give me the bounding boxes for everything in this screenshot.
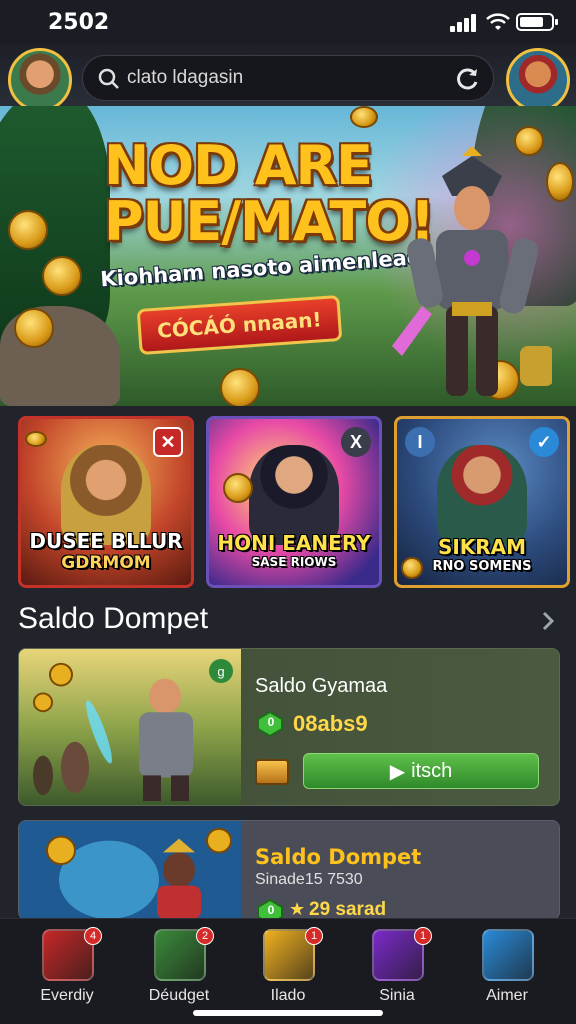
nav-item-aimer[interactable]: Aimer [462, 929, 552, 1013]
wifi-icon [486, 13, 510, 30]
wallet-label: Saldo Dompet [255, 845, 422, 869]
battery-icon [516, 13, 558, 31]
hero-cta-button[interactable]: CÓCÁÓ nnaan! [136, 294, 342, 356]
hero-title: NOD ARE PUE/MATO! [104, 134, 435, 253]
chest-icon [255, 759, 289, 785]
game-art [437, 445, 527, 545]
card-badge[interactable]: I [405, 427, 435, 457]
coin-icon [8, 210, 48, 250]
game-art [19, 649, 241, 805]
coin-icon [14, 308, 54, 348]
card-title: SIKRAM [437, 535, 527, 559]
hero-banner[interactable]: NOD ARE PUE/MATO! Kiohham nasoto aimenle… [0, 106, 576, 406]
game-card[interactable]: I ✓ SIKRAM RNO SOMENS [394, 416, 570, 588]
refresh-icon[interactable] [455, 66, 481, 92]
wallet-subtitle: Sinade15 7530 [255, 871, 363, 888]
profile-avatar[interactable] [8, 48, 72, 112]
wallet-corner-badge: g [209, 659, 233, 683]
nav-label: Déudget [148, 987, 210, 1004]
nav-badge: 1 [305, 927, 323, 945]
home-indicator[interactable] [193, 1010, 383, 1016]
play-button[interactable]: ▶ itsch [303, 753, 539, 789]
status-time: 2502 [48, 10, 110, 35]
nav-badge: 2 [196, 927, 214, 945]
card-title: DUSEE BLLUR [29, 529, 183, 553]
card-badge[interactable]: X [341, 427, 371, 457]
featured-games: ✕ DUSEE BLLUR GDRMOM X HONI EANERY SASE … [18, 416, 570, 588]
rewards-avatar[interactable] [506, 48, 570, 112]
gem-count: 0 [267, 903, 275, 917]
nav-label: Ilado [270, 987, 306, 1004]
search-input[interactable] [127, 56, 447, 100]
star-icon: ★ [289, 899, 306, 919]
home-icon [482, 929, 534, 981]
nav-item-everdiy[interactable]: 4 Everdiy [22, 927, 112, 1013]
card-title: HONI EANERY [217, 531, 371, 555]
gem-count: 0 [267, 715, 275, 729]
game-art [19, 821, 241, 919]
section-title: Saldo Dompet [18, 602, 209, 635]
card-badge[interactable]: ✕ [153, 427, 183, 457]
card-subtitle: RNO SOMENS [432, 559, 532, 574]
play-icon: ▶ [389, 760, 406, 783]
wallet-value: 08abs9 [293, 711, 368, 736]
chevron-right-icon[interactable] [538, 610, 558, 632]
info-icon: I [417, 431, 423, 452]
nav-label: Aimer [486, 987, 528, 1004]
nav-item-sinia[interactable]: 1 Sinia [352, 927, 442, 1013]
coin-icon [220, 368, 260, 406]
card-subtitle: SASE RIOWS [251, 555, 337, 569]
wallet-label: Saldo Gyamaa [255, 675, 388, 697]
game-card[interactable]: X HONI EANERY SASE RIOWS [206, 416, 382, 588]
battery-level [520, 17, 543, 27]
wallet-value: 29 sarad [309, 899, 387, 920]
search-icon [98, 68, 119, 89]
nav-item-deudget[interactable]: 2 Déudget [134, 927, 224, 1013]
coin-icon [350, 106, 378, 128]
coin-icon [42, 256, 82, 296]
header [0, 44, 576, 114]
warrior-character [392, 146, 552, 396]
bottom-nav: 4 Everdiy 2 Déudget 1 Ilado 1 Sinia Aime… [0, 918, 576, 1024]
wallet-card[interactable]: Saldo Dompet Sinade15 7530 0 ★ 29 sarad [18, 820, 560, 920]
game-card[interactable]: ✕ DUSEE BLLUR GDRMOM [18, 416, 194, 588]
game-art [249, 445, 339, 545]
hero-title-line1: NOD ARE [104, 134, 373, 197]
nav-badge: 4 [84, 927, 102, 945]
coin-icon [223, 473, 253, 503]
nav-badge: 1 [414, 927, 432, 945]
nav-label: Everdiy [40, 987, 94, 1004]
search-bar[interactable] [82, 55, 494, 101]
nav-label: Sinia [379, 987, 415, 1004]
status-bar: 2502 [0, 0, 576, 44]
nav-item-ilado[interactable]: 1 Ilado [243, 927, 333, 1013]
close-icon: ✕ [160, 431, 176, 452]
play-button-label: itsch [411, 759, 453, 782]
coin-icon [25, 431, 47, 447]
close-icon: X [349, 431, 362, 452]
hero-title-line2: PUE/MATO! [104, 190, 435, 253]
signal-icon [450, 14, 478, 32]
card-subtitle: GDRMOM [61, 553, 151, 573]
wallet-card[interactable]: g Saldo Gyamaa 0 08abs9 ▶ itsch [18, 648, 560, 806]
twitter-icon[interactable]: ✓ [529, 427, 559, 457]
